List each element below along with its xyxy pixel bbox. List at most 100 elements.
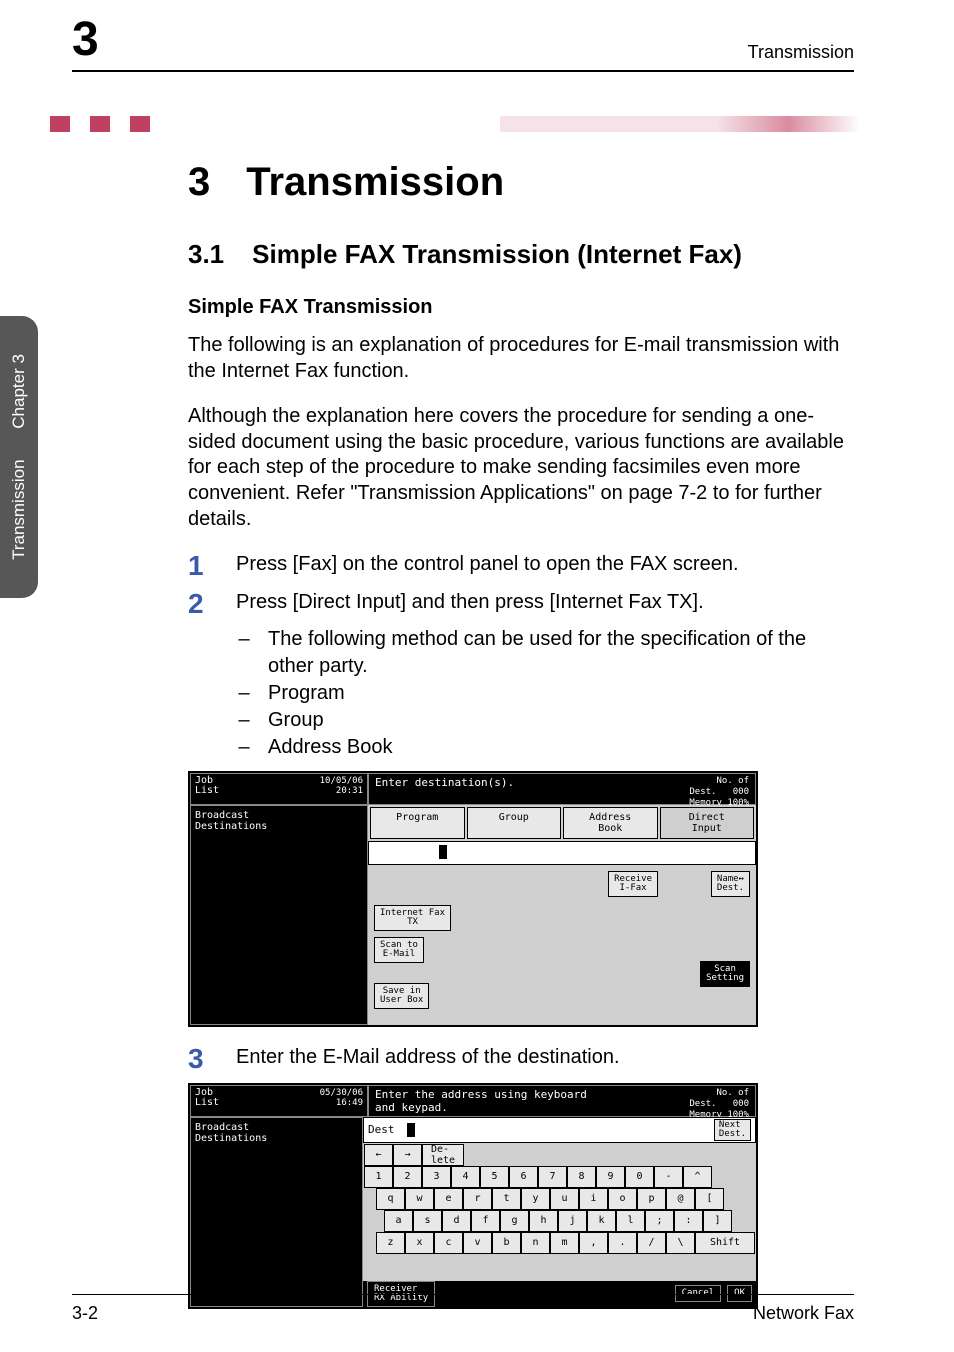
internet-fax-tx-button[interactable]: Internet Fax TX bbox=[374, 905, 451, 931]
side-tab: Transmission Chapter 3 bbox=[0, 316, 38, 598]
key-7[interactable]: 7 bbox=[538, 1166, 567, 1188]
sub-item-1: The following method can be used for the… bbox=[268, 626, 854, 680]
key-s[interactable]: s bbox=[413, 1210, 442, 1232]
onscreen-keyboard: ← → De- lete 1 2 3 4 5 6 7 8 9 0 bbox=[363, 1143, 756, 1281]
header-running-title: Transmission bbox=[748, 42, 854, 63]
key-at[interactable]: @ bbox=[666, 1188, 695, 1210]
key-rbracket[interactable]: ] bbox=[703, 1210, 732, 1232]
key-6[interactable]: 6 bbox=[509, 1166, 538, 1188]
nav-forward-button[interactable]: → bbox=[393, 1144, 422, 1166]
key-shift[interactable]: Shift bbox=[695, 1232, 755, 1254]
key-n[interactable]: n bbox=[521, 1232, 550, 1254]
step-2-text: Press [Direct Input] and then press [Int… bbox=[236, 590, 854, 761]
key-p[interactable]: p bbox=[637, 1188, 666, 1210]
step-1: 1 Press [Fax] on the control panel to op… bbox=[188, 552, 854, 580]
key-8[interactable]: 8 bbox=[567, 1166, 596, 1188]
destination-input[interactable] bbox=[368, 841, 756, 865]
key-semicolon[interactable]: ; bbox=[645, 1210, 674, 1232]
decorative-bar bbox=[50, 116, 860, 132]
key-dash[interactable]: - bbox=[654, 1166, 683, 1188]
key-4[interactable]: 4 bbox=[451, 1166, 480, 1188]
key-d[interactable]: d bbox=[442, 1210, 471, 1232]
key-t[interactable]: t bbox=[492, 1188, 521, 1210]
broadcast-destinations-label-2: Broadcast Destinations bbox=[195, 1122, 358, 1144]
name-dest-button[interactable]: Name↔ Dest. bbox=[711, 871, 750, 897]
delete-button[interactable]: De- lete bbox=[422, 1144, 464, 1166]
key-comma[interactable]: , bbox=[579, 1232, 608, 1254]
section-title-row: 3.1 Simple FAX Transmission (Internet Fa… bbox=[188, 239, 854, 270]
key-x[interactable]: x bbox=[405, 1232, 434, 1254]
section-title-number: 3.1 bbox=[188, 239, 224, 270]
key-i[interactable]: i bbox=[579, 1188, 608, 1210]
key-j[interactable]: j bbox=[558, 1210, 587, 1232]
chapter-title-row: 3 Transmission bbox=[188, 160, 854, 205]
tab-direct-input[interactable]: Direct Input bbox=[660, 807, 755, 839]
key-backslash[interactable]: \ bbox=[666, 1232, 695, 1254]
scan-setting-button[interactable]: Scan Setting bbox=[700, 961, 750, 987]
page-footer: 3-2 Network Fax bbox=[72, 1294, 854, 1324]
save-in-user-box-button[interactable]: Save in User Box bbox=[374, 983, 429, 1009]
section-title-text: Simple FAX Transmission (Internet Fax) bbox=[252, 239, 742, 270]
key-f[interactable]: f bbox=[471, 1210, 500, 1232]
body-column: 3 Transmission 3.1 Simple FAX Transmissi… bbox=[188, 160, 854, 1327]
paragraph-2: Although the explanation here covers the… bbox=[188, 404, 854, 532]
key-v[interactable]: v bbox=[463, 1232, 492, 1254]
key-u[interactable]: u bbox=[550, 1188, 579, 1210]
key-k[interactable]: k bbox=[587, 1210, 616, 1232]
broadcast-destinations-label: Broadcast Destinations bbox=[195, 810, 363, 832]
header-rule bbox=[72, 70, 854, 72]
key-lbracket[interactable]: [ bbox=[695, 1188, 724, 1210]
side-tab-primary: Transmission bbox=[9, 459, 28, 559]
sub-heading: Simple FAX Transmission bbox=[188, 296, 854, 319]
key-m[interactable]: m bbox=[550, 1232, 579, 1254]
nav-back-button[interactable]: ← bbox=[364, 1144, 393, 1166]
sub-item-4: Address Book bbox=[268, 734, 393, 761]
key-e[interactable]: e bbox=[434, 1188, 463, 1210]
key-a[interactable]: a bbox=[384, 1210, 413, 1232]
sub-item-3: Group bbox=[268, 707, 324, 734]
tab-address-book[interactable]: Address Book bbox=[563, 807, 658, 839]
dest-field-row: Dest Next Dest. bbox=[363, 1117, 756, 1143]
key-g[interactable]: g bbox=[500, 1210, 529, 1232]
step-1-text: Press [Fax] on the control panel to open… bbox=[236, 552, 854, 578]
job-list-button-2[interactable]: Job List 05/30/06 16:49 bbox=[190, 1085, 368, 1117]
key-9[interactable]: 9 bbox=[596, 1166, 625, 1188]
job-list-button[interactable]: Job List 10/05/06 20:31 bbox=[190, 773, 368, 805]
key-3[interactable]: 3 bbox=[422, 1166, 451, 1188]
key-h[interactable]: h bbox=[529, 1210, 558, 1232]
key-z[interactable]: z bbox=[376, 1232, 405, 1254]
step-3-number: 3 bbox=[188, 1045, 208, 1073]
key-period[interactable]: . bbox=[608, 1232, 637, 1254]
key-l[interactable]: l bbox=[616, 1210, 645, 1232]
key-0[interactable]: 0 bbox=[625, 1166, 654, 1188]
key-o[interactable]: o bbox=[608, 1188, 637, 1210]
key-2[interactable]: 2 bbox=[393, 1166, 422, 1188]
receive-ifax-button[interactable]: Receive I-Fax bbox=[608, 871, 658, 897]
header-chapter-number: 3 bbox=[72, 12, 99, 67]
sub-item-2: Program bbox=[268, 680, 345, 707]
key-b[interactable]: b bbox=[492, 1232, 521, 1254]
scan-to-email-button[interactable]: Scan to E-Mail bbox=[374, 937, 424, 963]
key-5[interactable]: 5 bbox=[480, 1166, 509, 1188]
paragraph-1: The following is an explanation of proce… bbox=[188, 333, 854, 384]
key-slash[interactable]: / bbox=[637, 1232, 666, 1254]
tab-group[interactable]: Group bbox=[467, 807, 562, 839]
side-tab-secondary: Chapter 3 bbox=[9, 354, 28, 455]
tab-program[interactable]: Program bbox=[370, 807, 465, 839]
key-colon[interactable]: : bbox=[674, 1210, 703, 1232]
step-2-sublist: –The following method can be used for th… bbox=[236, 626, 854, 761]
key-y[interactable]: y bbox=[521, 1188, 550, 1210]
key-r[interactable]: r bbox=[463, 1188, 492, 1210]
key-c[interactable]: c bbox=[434, 1232, 463, 1254]
screenshot-enter-destination: Job List 10/05/06 20:31 Enter destinatio… bbox=[188, 771, 758, 1027]
text-cursor-icon-2 bbox=[407, 1123, 415, 1137]
key-caret[interactable]: ^ bbox=[683, 1166, 712, 1188]
step-2: 2 Press [Direct Input] and then press [I… bbox=[188, 590, 854, 761]
key-q[interactable]: q bbox=[376, 1188, 405, 1210]
key-1[interactable]: 1 bbox=[364, 1166, 393, 1188]
banner-text-2: Enter the address using keyboard and key… bbox=[375, 1088, 587, 1114]
key-w[interactable]: w bbox=[405, 1188, 434, 1210]
footer-doc-title: Network Fax bbox=[753, 1303, 854, 1324]
next-dest-button[interactable]: Next Dest. bbox=[714, 1119, 751, 1141]
step-1-number: 1 bbox=[188, 552, 208, 580]
